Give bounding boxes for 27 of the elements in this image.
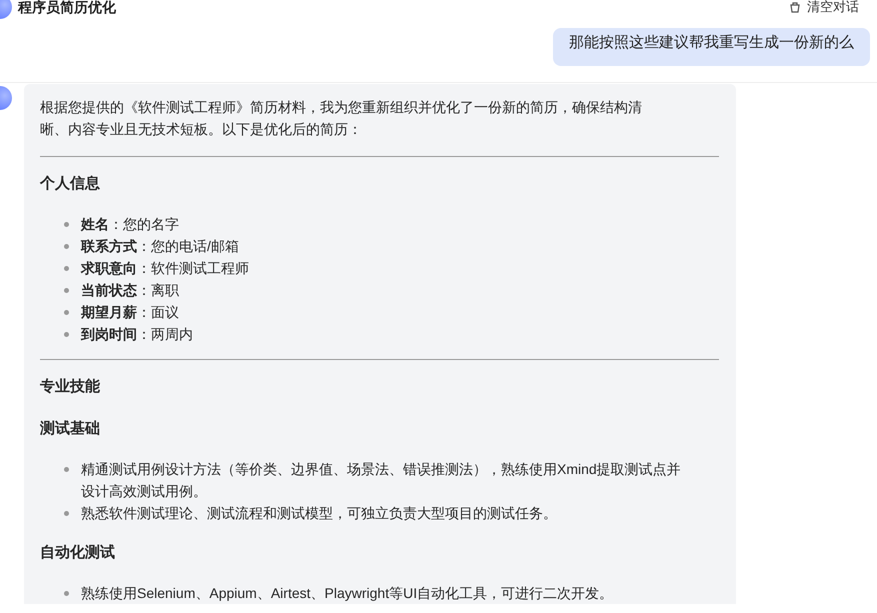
user-message: 那能按照这些建议帮我重写生成一份新的么: [553, 28, 870, 66]
bullet-icon: [64, 511, 69, 516]
bullet-icon: [64, 591, 69, 596]
list-item-text: 到岗时间：两周内: [81, 325, 193, 344]
message-paragraph: 根据您提供的《软件测试工程师》简历材料，我为您重新组织并优化了一份新的简历，确保结构清晰、内容专业且无技术短板。以下是优化后的简历：: [40, 98, 643, 139]
list-item-text: 联系方式：您的电话/邮箱: [81, 237, 239, 256]
bullet-icon: [64, 310, 69, 315]
trash-icon: [789, 1, 801, 13]
bullet-icon: [64, 222, 69, 227]
bullet-icon: [64, 332, 69, 337]
section-heading: 自动化测试: [40, 543, 116, 563]
chat-title: 程序员简历优化: [18, 0, 116, 14]
clear-chat-button[interactable]: 清空对话: [789, 0, 859, 14]
section-heading: 专业技能: [40, 377, 101, 397]
list-item-text: 当前状态：离职: [81, 281, 179, 300]
list-item-text: 熟悉软件测试理论、测试流程和测试模型，可独立负责大型项目的测试任务。: [81, 504, 557, 523]
list-item-text: 求职意向：软件测试工程师: [81, 259, 249, 278]
bullet-icon: [64, 266, 69, 271]
list-item-text: 熟练使用Selenium、Appium、Airtest、Playwright等UI自动化工具，可进行二次开发。: [81, 584, 614, 603]
section-heading: 个人信息: [40, 174, 101, 194]
bullet-icon: [64, 288, 69, 293]
section-heading: 测试基础: [40, 419, 101, 439]
bullet-icon: [64, 467, 69, 472]
bullet-icon: [64, 244, 69, 249]
list-item-text: 期望月薪：面议: [81, 303, 179, 322]
list-item-text: 姓名：您的名字: [81, 215, 179, 234]
list-item-text: 精通测试用例设计方法（等价类、边界值、场景法、错误推测法），熟练使用Xmind提取测试点并设计高效测试用例。: [81, 460, 682, 501]
